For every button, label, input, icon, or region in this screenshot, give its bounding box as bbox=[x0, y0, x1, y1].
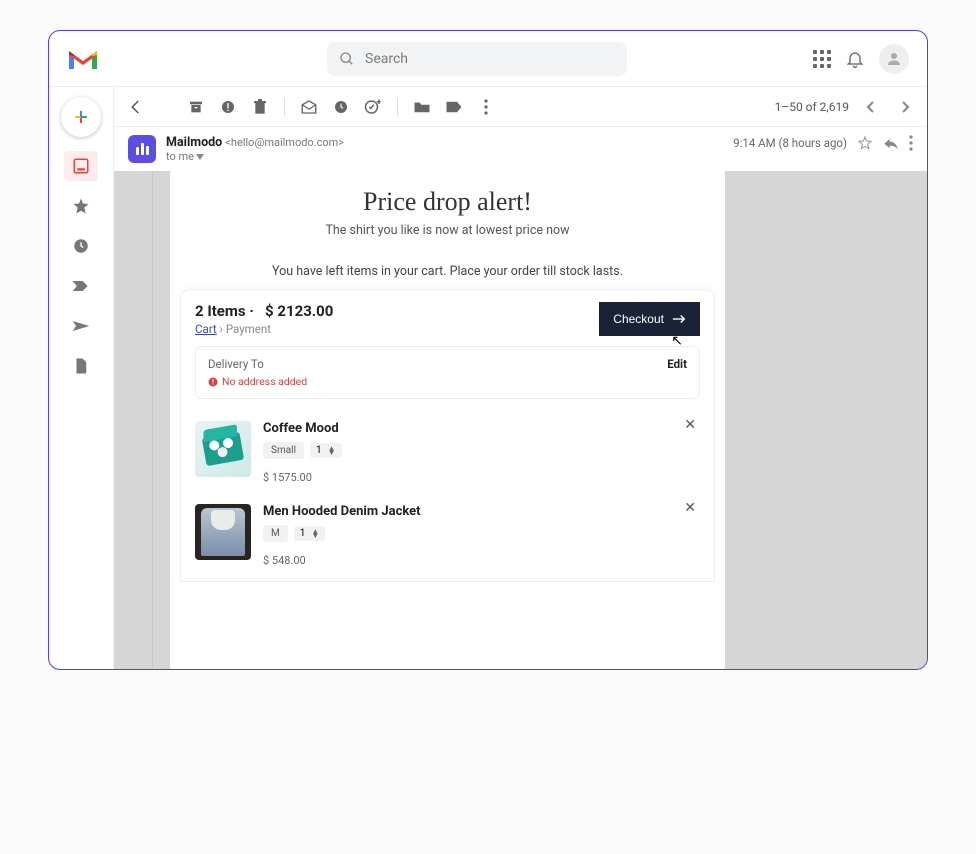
item-variant[interactable]: M bbox=[263, 525, 288, 542]
reply-icon[interactable] bbox=[883, 136, 899, 150]
sender-email: <hello@mailmodo.com> bbox=[225, 136, 344, 149]
clock-icon bbox=[72, 237, 90, 255]
spam-button[interactable] bbox=[216, 95, 240, 119]
sender-name: Mailmodo bbox=[166, 135, 222, 150]
body: 1–50 of 2,619 Mailmodo <hello@mailmodo.c… bbox=[49, 87, 927, 669]
pager: 1–50 of 2,619 bbox=[775, 95, 917, 119]
message-content: Price drop alert! The shirt you like is … bbox=[114, 171, 927, 669]
item-price: $ 548.00 bbox=[263, 554, 700, 567]
email-heading: Price drop alert! bbox=[170, 187, 725, 217]
task-icon bbox=[364, 98, 382, 116]
checkout-button[interactable]: Checkout bbox=[599, 302, 700, 336]
item-qty-stepper[interactable]: 1▲▼ bbox=[294, 526, 326, 541]
delivery-box: ↖ Delivery To No address added Edit bbox=[195, 346, 700, 399]
star-icon bbox=[72, 197, 90, 215]
plus-icon bbox=[71, 107, 91, 127]
main-panel: 1–50 of 2,619 Mailmodo <hello@mailmodo.c… bbox=[113, 87, 927, 669]
message-header: Mailmodo <hello@mailmodo.com> to me 9:14… bbox=[114, 127, 927, 171]
email-subheading: The shirt you like is now at lowest pric… bbox=[170, 223, 725, 238]
compose-button[interactable] bbox=[61, 97, 101, 137]
pager-range: 1–50 of 2,619 bbox=[775, 100, 849, 114]
cart-item: Coffee Mood Small 1▲▼ $ 1575.00 ✕ bbox=[195, 415, 700, 498]
archive-icon bbox=[188, 99, 204, 115]
sidebar-item-important[interactable] bbox=[64, 271, 98, 301]
person-icon bbox=[885, 50, 903, 68]
gmail-window: Search bbox=[48, 30, 928, 670]
more-icon[interactable] bbox=[909, 135, 913, 151]
next-page-button[interactable] bbox=[893, 95, 917, 119]
sidebar-item-starred[interactable] bbox=[64, 191, 98, 221]
chevron-right-icon bbox=[900, 100, 910, 114]
search-placeholder: Search bbox=[365, 51, 408, 67]
breadcrumb-cart[interactable]: Cart bbox=[195, 322, 217, 336]
sender-avatar bbox=[128, 135, 156, 163]
item-title: Men Hooded Denim Jacket bbox=[263, 504, 700, 519]
more-button[interactable] bbox=[474, 95, 498, 119]
apps-icon[interactable] bbox=[813, 50, 831, 68]
file-icon bbox=[73, 357, 89, 375]
archive-button[interactable] bbox=[184, 95, 208, 119]
message-time: 9:14 AM (8 hours ago) bbox=[733, 136, 847, 150]
delete-button[interactable] bbox=[248, 95, 272, 119]
item-thumbnail bbox=[195, 504, 251, 560]
item-variant[interactable]: Small bbox=[263, 442, 304, 459]
sidebar-item-snoozed[interactable] bbox=[64, 231, 98, 261]
trash-icon bbox=[253, 99, 267, 115]
mail-toolbar: 1–50 of 2,619 bbox=[114, 87, 927, 127]
cart-card: 2 Items · $ 2123.00 Cart › Payment Check… bbox=[180, 289, 715, 582]
item-remove-button[interactable]: ✕ bbox=[684, 500, 696, 516]
sidebar bbox=[49, 87, 113, 669]
top-bar: Search bbox=[49, 31, 927, 87]
delivery-label: Delivery To bbox=[208, 357, 307, 371]
arrow-right-icon bbox=[672, 314, 686, 324]
top-right-actions bbox=[813, 44, 909, 74]
item-title: Coffee Mood bbox=[263, 421, 700, 436]
clock-icon bbox=[333, 99, 349, 115]
snooze-button[interactable] bbox=[329, 95, 353, 119]
item-remove-button[interactable]: ✕ bbox=[684, 417, 696, 433]
sidebar-item-sent[interactable] bbox=[64, 311, 98, 341]
recipient-line[interactable]: to me bbox=[166, 150, 344, 163]
folder-icon bbox=[413, 100, 431, 114]
sidebar-item-inbox[interactable] bbox=[64, 151, 98, 181]
more-icon bbox=[484, 99, 488, 115]
email-body: Price drop alert! The shirt you like is … bbox=[170, 171, 725, 669]
chevron-down-icon bbox=[196, 154, 204, 160]
arrow-left-icon bbox=[127, 98, 145, 116]
mark-unread-button[interactable] bbox=[297, 95, 321, 119]
label-button[interactable] bbox=[442, 95, 466, 119]
delivery-edit-button[interactable]: Edit bbox=[667, 357, 687, 388]
task-button[interactable] bbox=[361, 95, 385, 119]
send-icon bbox=[71, 318, 91, 334]
delivery-warning: No address added bbox=[222, 375, 307, 388]
important-icon bbox=[71, 278, 91, 294]
label-icon bbox=[445, 100, 463, 114]
item-price: $ 1575.00 bbox=[263, 471, 700, 484]
gmail-logo bbox=[67, 47, 99, 71]
warn-icon bbox=[208, 377, 218, 387]
prev-page-button[interactable] bbox=[859, 95, 883, 119]
item-thumbnail bbox=[195, 421, 251, 477]
bell-icon[interactable] bbox=[845, 49, 865, 69]
cursor-icon: ↖ bbox=[671, 333, 683, 349]
item-qty-stepper[interactable]: 1▲▼ bbox=[310, 443, 342, 458]
back-button[interactable] bbox=[124, 95, 148, 119]
search-icon bbox=[339, 51, 355, 67]
spam-icon bbox=[220, 99, 236, 115]
search-input[interactable]: Search bbox=[327, 42, 627, 76]
cart-item: Men Hooded Denim Jacket M 1▲▼ $ 548.00 ✕ bbox=[195, 498, 700, 581]
account-avatar[interactable] bbox=[879, 44, 909, 74]
move-button[interactable] bbox=[410, 95, 434, 119]
sidebar-item-drafts[interactable] bbox=[64, 351, 98, 381]
email-note: You have left items in your cart. Place … bbox=[170, 264, 725, 279]
cart-item-count: 2 Items · bbox=[195, 302, 254, 320]
breadcrumb-payment: Payment bbox=[226, 322, 271, 336]
cart-total: $ 2123.00 bbox=[265, 302, 333, 320]
mail-open-icon bbox=[300, 100, 318, 114]
chevron-left-icon bbox=[866, 100, 876, 114]
inbox-icon bbox=[72, 157, 90, 175]
star-icon[interactable] bbox=[857, 135, 873, 151]
